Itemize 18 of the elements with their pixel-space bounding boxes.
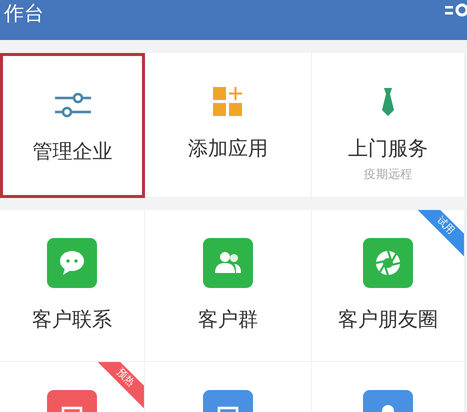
app-tile[interactable]: 添加应用 <box>145 53 312 198</box>
app-label: 客户朋友圈 <box>338 306 438 333</box>
necktie-icon <box>381 87 395 117</box>
app-tile[interactable]: 上门服务 疫期远程 <box>312 53 465 198</box>
app-label: 客户联系 <box>32 306 112 333</box>
app-tile[interactable]: 管理企业 <box>0 53 145 198</box>
app-tile[interactable]: 试用 客户朋友圈 <box>312 210 465 362</box>
app-label: 添加应用 <box>188 135 268 162</box>
app-tile[interactable]: 客户群 <box>145 210 312 362</box>
app-sublabel: 疫期远程 <box>364 166 412 183</box>
add-grid-icon <box>213 87 243 117</box>
app-tile[interactable]: 客户联系 <box>0 210 145 362</box>
sliders-icon <box>52 90 92 120</box>
page-title: 作台 <box>4 1 44 25</box>
app-label: 管理企业 <box>32 138 112 165</box>
settings-icon[interactable] <box>445 2 467 18</box>
app-label: 客户群 <box>198 306 258 333</box>
app-label: 上门服务 <box>348 135 428 162</box>
